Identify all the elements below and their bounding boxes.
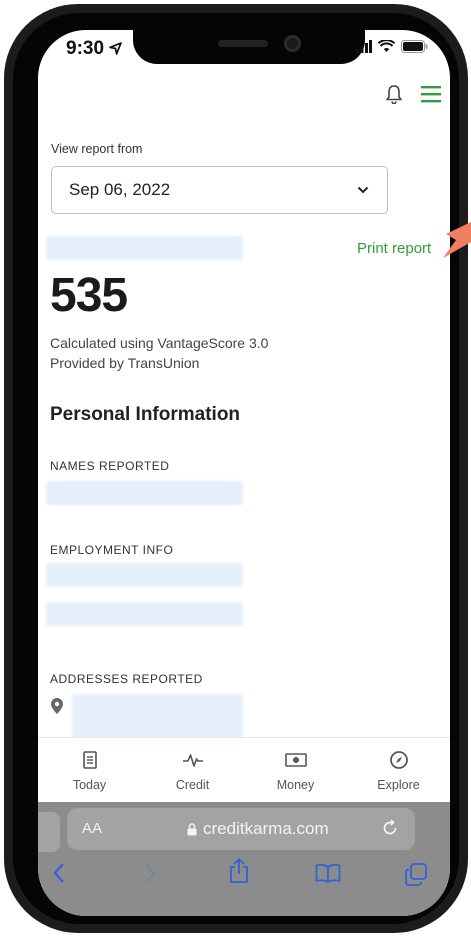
score-source: Calculated using VantageScore 3.0 Provid… bbox=[50, 333, 268, 373]
signal-icon bbox=[356, 40, 372, 53]
nav-today-label: Today bbox=[72, 778, 107, 792]
url-display[interactable]: creditkarma.com bbox=[187, 819, 329, 839]
bookmarks-icon[interactable] bbox=[315, 863, 341, 888]
status-time: 9:30 bbox=[66, 38, 123, 60]
bell-icon[interactable] bbox=[385, 84, 403, 109]
document-icon bbox=[82, 751, 97, 769]
tabs-icon[interactable] bbox=[404, 862, 428, 891]
location-pin-icon bbox=[51, 698, 63, 719]
front-camera bbox=[284, 35, 301, 52]
hamburger-menu-icon[interactable] bbox=[421, 85, 441, 108]
addresses-reported-label: ADDRESSES REPORTED bbox=[50, 672, 203, 686]
nav-money-label: Money bbox=[276, 778, 315, 792]
redacted-address bbox=[72, 694, 243, 740]
chevron-down-icon bbox=[357, 186, 369, 194]
speaker bbox=[218, 40, 268, 47]
phone-screen: 9:30 View report from Sep 06, 2022 Print… bbox=[38, 30, 450, 916]
text-size-button[interactable]: AA bbox=[82, 820, 102, 837]
url-text: creditkarma.com bbox=[203, 819, 329, 838]
view-report-label: View report from bbox=[51, 142, 143, 156]
personal-information-heading: Personal Information bbox=[50, 404, 241, 425]
print-report-link[interactable]: Print report bbox=[357, 240, 431, 257]
nav-today[interactable]: Today bbox=[38, 738, 141, 802]
browser-toolbar: AA creditkarma.com bbox=[38, 802, 450, 916]
redacted-name bbox=[46, 481, 243, 505]
nav-money[interactable]: Money bbox=[244, 738, 347, 802]
wifi-icon bbox=[378, 40, 395, 52]
compass-icon bbox=[389, 751, 408, 769]
battery-icon bbox=[401, 40, 428, 53]
score-model-text: Calculated using VantageScore 3.0 bbox=[50, 335, 269, 351]
bottom-nav: Today Credit Money Explore bbox=[38, 737, 450, 802]
annotation-arrow-icon bbox=[443, 222, 471, 258]
names-reported-label: NAMES REPORTED bbox=[50, 459, 170, 473]
employment-info-label: EMPLOYMENT INFO bbox=[50, 543, 174, 557]
nav-explore-label: Explore bbox=[377, 778, 420, 792]
notch bbox=[133, 30, 365, 64]
back-icon[interactable] bbox=[52, 862, 66, 889]
status-icons bbox=[356, 40, 428, 53]
credit-score: 535 bbox=[50, 269, 128, 322]
cash-icon bbox=[284, 753, 307, 767]
redacted-report-name bbox=[46, 236, 243, 260]
nav-credit[interactable]: Credit bbox=[141, 738, 244, 802]
location-arrow-icon bbox=[109, 42, 123, 55]
previous-tab-edge[interactable] bbox=[38, 812, 60, 852]
nav-credit-label: Credit bbox=[175, 778, 210, 792]
reload-icon[interactable] bbox=[381, 819, 399, 842]
share-icon[interactable] bbox=[228, 858, 250, 889]
nav-explore[interactable]: Explore bbox=[347, 738, 450, 802]
lock-icon bbox=[187, 822, 197, 835]
address-bar[interactable]: AA creditkarma.com bbox=[67, 808, 415, 850]
report-date-value: Sep 06, 2022 bbox=[69, 180, 171, 199]
forward-icon[interactable] bbox=[143, 862, 157, 889]
report-date-select[interactable]: Sep 06, 2022 bbox=[51, 166, 388, 214]
redacted-employer bbox=[46, 563, 243, 587]
redacted-employer-detail bbox=[46, 602, 243, 626]
pulse-icon bbox=[182, 754, 203, 767]
score-provider-text: Provided by TransUnion bbox=[50, 355, 200, 371]
